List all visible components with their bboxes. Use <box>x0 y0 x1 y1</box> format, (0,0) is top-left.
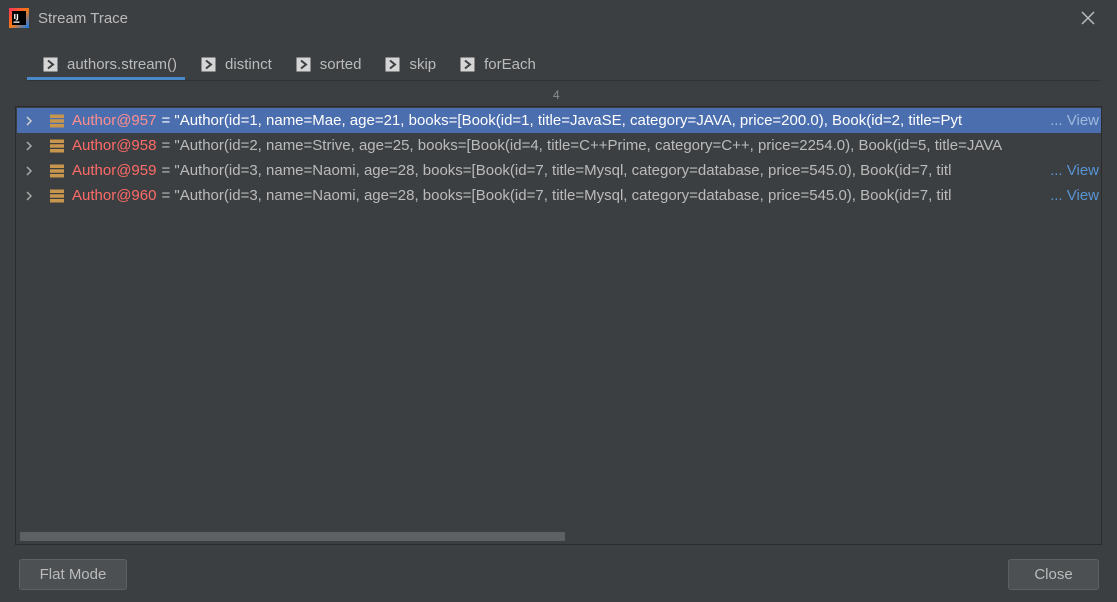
stream-step-icon <box>460 57 475 72</box>
svg-text:IJ: IJ <box>14 13 19 21</box>
stream-step-tabs: authors.stream() distinct sorted skip fo… <box>27 48 544 81</box>
variable-value: = "Author(id=1, name=Mae, age=21, books=… <box>161 112 963 129</box>
variable-name: Author@957 <box>72 112 157 129</box>
window-title: Stream Trace <box>38 10 129 27</box>
stream-step-icon <box>43 57 58 72</box>
tab-sorted[interactable]: sorted <box>280 48 370 81</box>
object-field-icon <box>50 189 64 202</box>
object-field-icon <box>50 139 64 152</box>
title-bar: IJ Stream Trace <box>0 0 1117 38</box>
tab-label: authors.stream() <box>67 56 178 73</box>
tab-label: skip <box>409 56 437 73</box>
close-icon[interactable] <box>1078 8 1098 28</box>
stream-step-icon <box>385 57 400 72</box>
tab-authors-stream[interactable]: authors.stream() <box>27 48 186 81</box>
variable-name: Author@958 <box>72 137 157 154</box>
chevron-right-icon[interactable] <box>23 165 35 177</box>
tree-row[interactable]: Author@960 = "Author(id=3, name=Naomi, a… <box>17 183 1101 208</box>
intellij-icon: IJ <box>9 8 29 28</box>
tree-row[interactable]: Author@959 = "Author(id=3, name=Naomi, a… <box>17 158 1101 183</box>
view-link[interactable]: ... View <box>1050 187 1099 204</box>
view-link[interactable]: ... View <box>1050 112 1099 129</box>
variable-name: Author@959 <box>72 162 157 179</box>
flat-mode-button[interactable]: Flat Mode <box>19 559 127 590</box>
tab-divider <box>27 80 1101 81</box>
horizontal-scrollbar[interactable] <box>20 532 565 541</box>
stream-step-icon <box>296 57 311 72</box>
tab-skip[interactable]: skip <box>369 48 444 81</box>
object-field-icon <box>50 164 64 177</box>
variable-value: = "Author(id=3, name=Naomi, age=28, book… <box>161 162 952 179</box>
tree-row[interactable]: Author@958 = "Author(id=2, name=Strive, … <box>17 133 1101 158</box>
chevron-right-icon[interactable] <box>23 140 35 152</box>
view-link[interactable]: ... View <box>1050 162 1099 179</box>
tab-label: forEach <box>484 56 536 73</box>
tab-label: sorted <box>319 56 362 73</box>
close-button[interactable]: Close <box>1008 559 1099 590</box>
variable-value: = "Author(id=2, name=Strive, age=25, boo… <box>161 137 1003 154</box>
tree-row[interactable]: Author@957 = "Author(id=1, name=Mae, age… <box>17 108 1101 133</box>
variable-name: Author@960 <box>72 187 157 204</box>
trace-values-panel[interactable]: Author@957 = "Author(id=1, name=Mae, age… <box>15 106 1102 545</box>
tab-distinct[interactable]: distinct <box>185 48 280 81</box>
tab-foreach[interactable]: forEach <box>444 48 544 81</box>
chevron-right-icon[interactable] <box>23 190 35 202</box>
chevron-right-icon[interactable] <box>23 115 35 127</box>
variable-value: = "Author(id=3, name=Naomi, age=28, book… <box>161 187 952 204</box>
stream-step-icon <box>201 57 216 72</box>
items-count: 4 <box>553 88 560 102</box>
tab-label: distinct <box>225 56 272 73</box>
object-field-icon <box>50 114 64 127</box>
